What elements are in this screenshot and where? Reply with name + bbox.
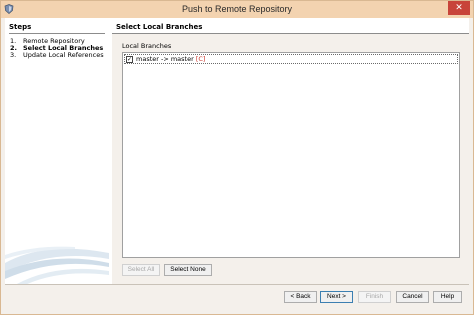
- select-none-button[interactable]: Select None: [164, 264, 212, 276]
- cancel-button[interactable]: Cancel: [396, 291, 429, 303]
- branch-row[interactable]: ✓ master -> master [C]: [124, 54, 458, 64]
- local-branches-list[interactable]: ✓ master -> master [C]: [122, 52, 460, 258]
- next-button[interactable]: Next >: [320, 291, 353, 303]
- local-branches-label: Local Branches: [122, 42, 172, 50]
- back-button[interactable]: < Back: [284, 291, 317, 303]
- step-label: Update Local References: [23, 51, 104, 59]
- step-update-local-references: 3. Update Local References: [10, 51, 104, 59]
- close-button[interactable]: ✕: [448, 1, 470, 15]
- finish-button[interactable]: Finish: [358, 291, 391, 303]
- steps-panel: Steps 1. Remote Repository 2. Select Local…: [5, 18, 109, 284]
- content-panel: Select Local Branches Local Branches ✓ m…: [112, 18, 469, 284]
- steps-title: Steps: [9, 23, 32, 31]
- content-title: Select Local Branches: [116, 23, 203, 31]
- content-header: Select Local Branches: [112, 18, 469, 34]
- help-button[interactable]: Help: [433, 291, 462, 303]
- step-number: 3.: [10, 51, 17, 59]
- window-title: Push to Remote Repository: [181, 4, 293, 14]
- select-all-button[interactable]: Select All: [122, 264, 160, 276]
- decorative-swoosh-graphic: [5, 246, 109, 284]
- branch-checkbox[interactable]: ✓: [126, 56, 133, 63]
- branch-mapping: master -> master: [136, 55, 196, 63]
- button-bar: < Back Next > Finish Cancel Help: [5, 285, 469, 310]
- steps-divider: [9, 33, 105, 34]
- branch-name: master -> master [C]: [136, 55, 205, 64]
- dialog-window: Push to Remote Repository ✕ Steps 1. Remo…: [0, 0, 474, 315]
- wizard-body: Steps 1. Remote Repository 2. Select Local…: [5, 18, 469, 310]
- branch-flag: [C]: [195, 55, 206, 63]
- title-bar[interactable]: Push to Remote Repository ✕: [1, 1, 473, 18]
